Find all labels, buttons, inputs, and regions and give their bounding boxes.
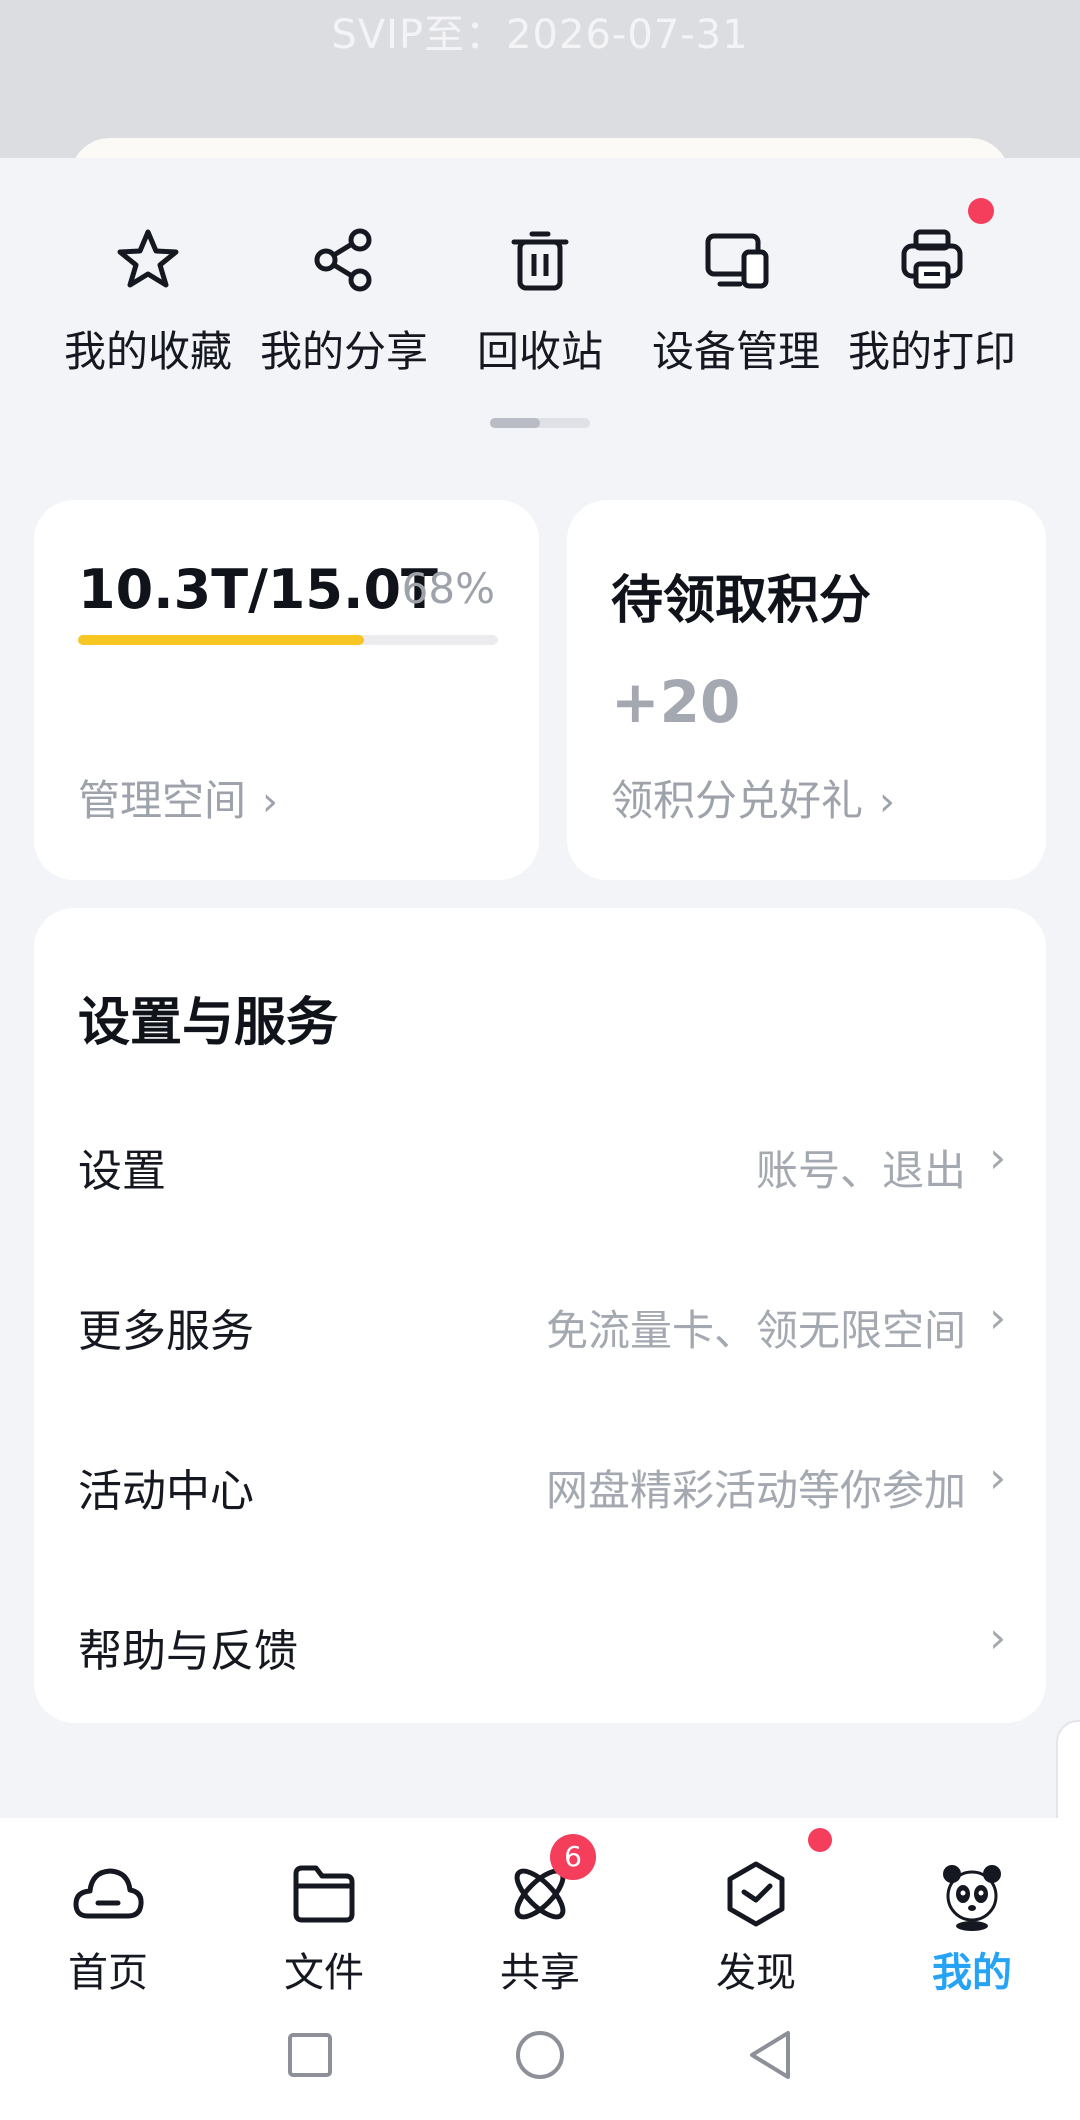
chevron-right-icon: ›: [989, 1613, 1006, 1662]
row-hint: 账号、退出: [755, 1146, 966, 1195]
row-label: 更多服务: [78, 1306, 254, 1357]
share-badge: 6: [550, 1834, 596, 1880]
points-card[interactable]: 待领取积分 +20 领积分兑好礼 ›: [567, 500, 1046, 880]
share-icon: [304, 220, 384, 300]
quick-label: 设备管理: [651, 327, 820, 376]
quick-label: 我的分享: [259, 327, 428, 376]
services-card: 设置与服务 设置 账号、退出 › 更多服务 免流量卡、领无限空间 › 活动中心 …: [34, 908, 1046, 1723]
bottom-nav: 首页 文件 6 共享 发现 我的: [0, 1818, 1080, 1996]
quick-favorites[interactable]: 我的收藏: [50, 220, 246, 379]
discover-icon: [718, 1828, 832, 1932]
recents-button[interactable]: [280, 2025, 340, 2085]
quick-recycle-bin[interactable]: 回收站: [442, 220, 638, 379]
quick-label: 我的收藏: [63, 327, 232, 376]
service-row-more[interactable]: 更多服务 免流量卡、领无限空间 ›: [34, 1267, 1046, 1377]
back-button[interactable]: [740, 2025, 800, 2085]
system-navigation-bar: [0, 1993, 1080, 2120]
nav-label: 文件: [284, 1950, 364, 1996]
chevron-right-icon: ›: [262, 779, 279, 825]
redeem-points-link[interactable]: 领积分兑好礼 ›: [611, 767, 895, 828]
nav-label: 发现: [716, 1950, 796, 1996]
profile-sheet: 我的收藏 我的分享 回收站 设备管理 我的打印 10.3T/15.0T 68% …: [0, 158, 1080, 1818]
nav-share[interactable]: 6 共享: [432, 1834, 648, 1998]
status-header: SVIP至：2026-07-31: [0, 0, 1080, 160]
star-icon: [108, 220, 188, 300]
folder-icon: [286, 1856, 362, 1932]
row-label: 设置: [78, 1146, 166, 1197]
row-hint: 免流量卡、领无限空间: [545, 1306, 966, 1355]
storage-card[interactable]: 10.3T/15.0T 68% 管理空间 ›: [34, 500, 539, 880]
service-row-activity[interactable]: 活动中心 网盘精彩活动等你参加 ›: [34, 1427, 1046, 1537]
chevron-right-icon: ›: [879, 779, 896, 825]
panda-avatar-icon: [934, 1856, 1010, 1932]
orbit-icon: 6: [502, 1834, 596, 1932]
storage-used: 10.3T/15.0T: [78, 558, 438, 621]
devices-icon: [696, 220, 776, 300]
manage-space-link[interactable]: 管理空间 ›: [78, 767, 278, 828]
page-indicator: [490, 418, 590, 428]
storage-percent: 68%: [401, 564, 495, 613]
quick-devices[interactable]: 设备管理: [638, 220, 834, 379]
storage-progress-fill: [78, 635, 364, 645]
row-label: 帮助与反馈: [78, 1626, 298, 1677]
row-hint: 网盘精彩活动等你参加: [545, 1466, 966, 1515]
storage-progress-bar: [78, 635, 498, 645]
service-row-help[interactable]: 帮助与反馈 ›: [34, 1587, 1046, 1697]
services-title: 设置与服务: [78, 993, 339, 1053]
quick-label: 我的打印: [847, 327, 1016, 376]
quick-actions: 我的收藏 我的分享 回收站 设备管理 我的打印: [0, 158, 1080, 458]
vip-expiry-text: SVIP至：2026-07-31: [331, 12, 749, 58]
row-label: 活动中心: [78, 1466, 254, 1517]
notification-dot: [808, 1828, 832, 1852]
points-value: +20: [611, 668, 741, 736]
cloud-icon: [70, 1856, 146, 1932]
chevron-right-icon: ›: [989, 1293, 1006, 1342]
service-row-settings[interactable]: 设置 账号、退出 ›: [34, 1107, 1046, 1217]
quick-label: 回收站: [476, 327, 603, 376]
nav-files[interactable]: 文件: [216, 1856, 432, 1998]
nav-label: 我的: [932, 1950, 1012, 1996]
nav-discover[interactable]: 发现: [648, 1828, 864, 1998]
trash-icon: [500, 220, 580, 300]
printer-icon: [892, 198, 994, 300]
nav-home[interactable]: 首页: [0, 1856, 216, 1998]
home-button[interactable]: [510, 2025, 570, 2085]
quick-shares[interactable]: 我的分享: [246, 220, 442, 379]
nav-label: 共享: [500, 1950, 580, 1996]
nav-label: 首页: [68, 1950, 148, 1996]
notification-dot: [968, 198, 994, 224]
quick-print[interactable]: 我的打印: [834, 198, 1030, 379]
nav-me[interactable]: 我的: [864, 1856, 1080, 1998]
chevron-right-icon: ›: [989, 1453, 1006, 1502]
chevron-right-icon: ›: [989, 1133, 1006, 1182]
points-title: 待领取积分: [611, 571, 872, 631]
